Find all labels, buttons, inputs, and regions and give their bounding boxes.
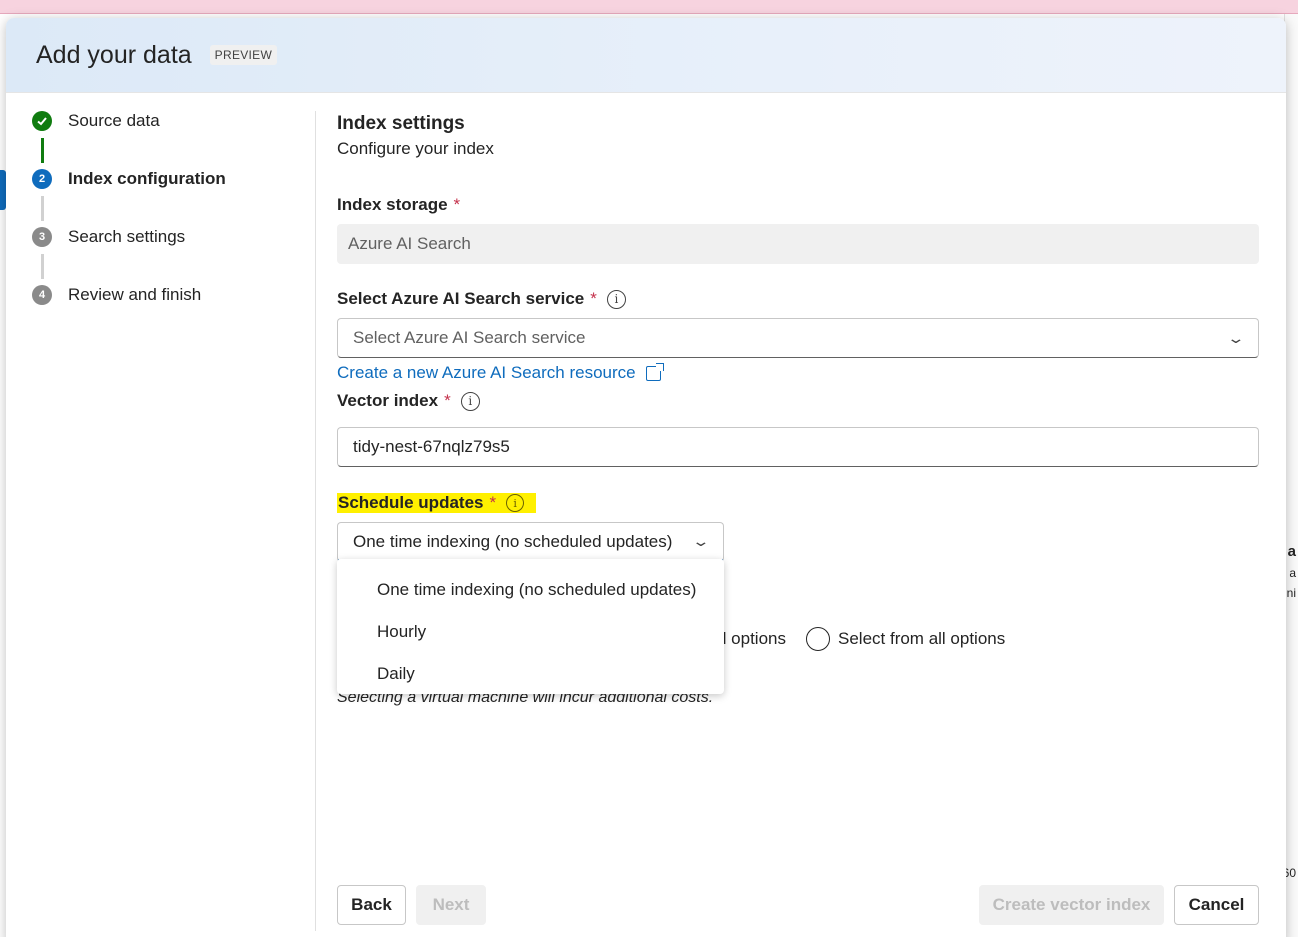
select-placeholder: Select Azure AI Search service: [353, 328, 586, 347]
highlighted-label: Schedule updates * i: [337, 493, 537, 513]
dialog-header: Add your data PREVIEW: [6, 18, 1286, 93]
step-number-badge: 3: [32, 227, 52, 247]
step-label: Index configuration: [68, 169, 226, 188]
section-title: Index settings: [337, 113, 465, 134]
background-peek-text: a: [1287, 543, 1296, 560]
step-review-and-finish[interactable]: 4 Review and finish: [32, 285, 312, 343]
dialog-body: Source data 2 Index configuration 3 Sear…: [6, 93, 1286, 937]
step-number-badge: 2: [32, 169, 52, 189]
background-peek-text: a: [1289, 566, 1296, 580]
info-icon[interactable]: i: [506, 494, 525, 512]
label-text: Vector index: [337, 391, 439, 410]
background-right-panel: [1284, 14, 1298, 937]
add-data-dialog: Add your data PREVIEW Source data 2 Inde…: [6, 18, 1286, 937]
vector-index-field: Vector index * i tidy-nest-67nqlz79s5: [337, 391, 1259, 467]
label-text: Select Azure AI Search service: [337, 289, 585, 308]
browser-tab-strip: [0, 0, 1298, 14]
cancel-button[interactable]: Cancel: [1174, 885, 1259, 925]
dropdown-option-daily[interactable]: Daily: [337, 653, 724, 695]
radio-label: Select from all options: [838, 629, 1006, 648]
step-source-data[interactable]: Source data: [32, 111, 312, 169]
schedule-updates-field: Schedule updates * i One time indexing (…: [337, 493, 724, 562]
step-connector: [41, 138, 44, 163]
step-index-configuration[interactable]: 2 Index configuration: [32, 169, 312, 227]
index-storage-field: Index storage * Azure AI Search: [337, 195, 1259, 264]
step-label: Search settings: [68, 227, 186, 246]
required-mark: *: [590, 289, 597, 308]
link-text: Create a new Azure AI Search resource: [337, 363, 636, 382]
info-icon[interactable]: i: [460, 391, 480, 411]
index-storage-label: Index storage *: [337, 195, 1259, 215]
radio-select-all-options[interactable]: [806, 627, 830, 651]
vector-index-input[interactable]: tidy-nest-67nqlz79s5: [337, 427, 1259, 467]
preview-badge: PREVIEW: [209, 45, 278, 65]
schedule-dropdown-menu: One time indexing (no scheduled updates)…: [337, 559, 724, 694]
schedule-updates-select[interactable]: One time indexing (no scheduled updates)…: [337, 522, 724, 562]
step-label: Review and finish: [68, 285, 202, 304]
checkmark-icon: [32, 111, 52, 131]
search-service-select[interactable]: Select Azure AI Search service ⌄: [337, 318, 1259, 358]
create-search-resource-link[interactable]: Create a new Azure AI Search resource: [337, 362, 1259, 383]
step-number-badge: 4: [32, 285, 52, 305]
index-settings-form: Index settings Configure your index Inde…: [337, 113, 1259, 706]
search-service-field: Select Azure AI Search service * i Selec…: [337, 289, 1259, 383]
label-text: Schedule updates: [338, 493, 484, 512]
required-mark: *: [444, 391, 451, 410]
step-label: Source data: [68, 111, 160, 130]
search-service-label: Select Azure AI Search service * i: [337, 289, 1259, 309]
create-vector-index-button[interactable]: Create vector index: [979, 885, 1164, 925]
step-connector: [41, 254, 44, 279]
required-mark: *: [489, 493, 497, 512]
dialog-title: Add your data: [36, 40, 192, 69]
back-button[interactable]: Back: [337, 885, 406, 925]
schedule-updates-label: Schedule updates * i: [337, 493, 724, 513]
stepper-divider: [315, 111, 316, 931]
vm-options-radio-group: d options Select from all options: [717, 627, 1005, 651]
required-mark: *: [453, 195, 461, 214]
chevron-down-icon: ⌄: [1226, 329, 1246, 346]
step-connector: [41, 196, 44, 221]
radio-label-partial: d options: [717, 629, 786, 648]
info-icon[interactable]: i: [606, 289, 626, 309]
next-button[interactable]: Next: [416, 885, 486, 925]
section-subtitle: Configure your index: [337, 139, 494, 158]
chevron-down-icon: ⌄: [691, 533, 711, 549]
dropdown-option-one-time[interactable]: One time indexing (no scheduled updates): [337, 569, 724, 611]
vector-index-label: Vector index * i: [337, 391, 1259, 411]
dropdown-option-hourly[interactable]: Hourly: [337, 611, 724, 653]
label-text: Index storage: [337, 195, 448, 214]
external-link-icon: [645, 362, 664, 381]
selected-value: One time indexing (no scheduled updates): [353, 531, 673, 551]
background-peek-text: ni: [1286, 586, 1296, 600]
index-storage-value: Azure AI Search: [337, 224, 1259, 264]
step-search-settings[interactable]: 3 Search settings: [32, 227, 312, 285]
wizard-stepper: Source data 2 Index configuration 3 Sear…: [32, 111, 312, 343]
